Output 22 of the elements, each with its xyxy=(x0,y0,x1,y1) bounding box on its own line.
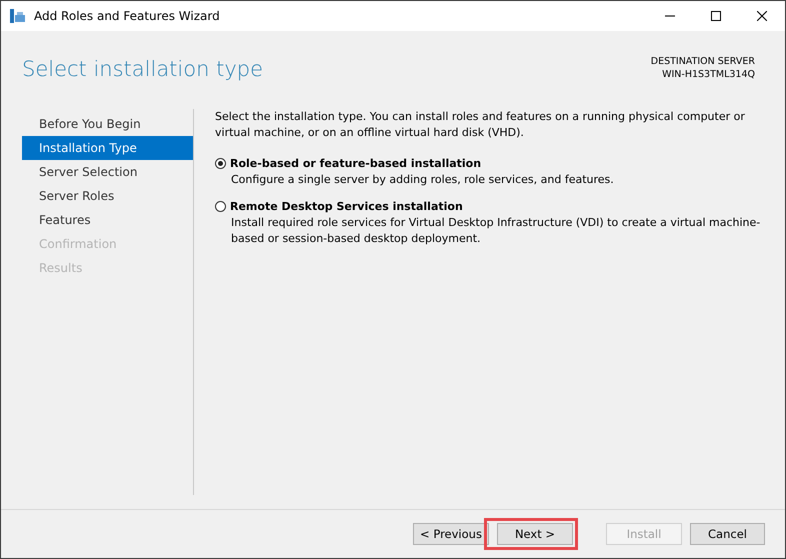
wizard-button[interactable]: Cancel xyxy=(690,523,765,545)
step-item[interactable]: Installation Type xyxy=(22,136,193,160)
close-icon xyxy=(757,11,767,21)
option-description: Install required role services for Virtual Desktop Infrastructure (VDI) to create a virtual machine-based or session-based desktop deployment. xyxy=(231,215,762,247)
destination-label: DESTINATION SERVER xyxy=(650,55,755,68)
radio-button[interactable] xyxy=(215,158,226,169)
wizard-button[interactable]: Next > xyxy=(497,523,573,545)
radio-button[interactable] xyxy=(215,201,226,212)
option-label[interactable]: Role-based or feature-based installation xyxy=(230,157,482,170)
step-item[interactable]: Server Selection xyxy=(22,160,193,184)
step-item[interactable]: Features xyxy=(22,208,193,232)
step-item[interactable]: Server Roles xyxy=(22,184,193,208)
destination-server: WIN-H1S3TML314Q xyxy=(662,68,755,81)
option-label[interactable]: Remote Desktop Services installation xyxy=(230,200,463,213)
wizard-app-icon xyxy=(10,9,26,23)
option-description: Configure a single server by adding roles, role services, and features. xyxy=(231,172,615,188)
step-item[interactable]: Before You Begin xyxy=(22,112,193,136)
maximize-icon xyxy=(711,11,721,21)
window-title: Add Roles and Features Wizard xyxy=(34,9,221,23)
wizard-button[interactable]: < Previous xyxy=(413,523,489,545)
page-title: Select installation type xyxy=(22,57,263,81)
intro-text: Select the installation type. You can install roles and features on a running physical computer or virtual machine, or on an offline virtual hard disk (VHD). xyxy=(215,109,746,141)
